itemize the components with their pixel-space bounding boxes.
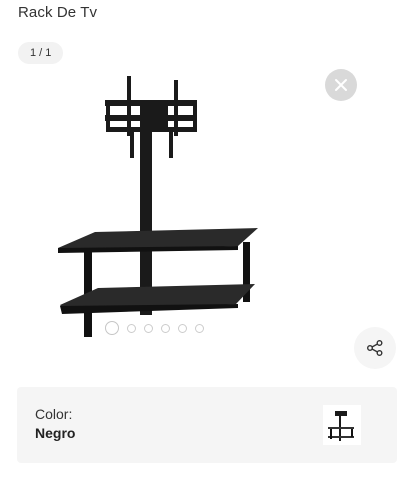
carousel-dot[interactable]	[195, 323, 204, 333]
product-image[interactable]	[50, 70, 270, 345]
top-shelf	[58, 228, 258, 253]
share-button[interactable]	[354, 327, 396, 369]
carousel-dot[interactable]	[178, 323, 187, 333]
share-icon	[367, 340, 383, 356]
image-counter: 1 / 1	[18, 42, 64, 64]
color-variant-selector[interactable]: Color: Negro	[17, 387, 397, 463]
carousel-dots	[105, 321, 204, 335]
variant-value: Negro	[35, 425, 76, 441]
carousel-dot[interactable]	[144, 323, 153, 333]
close-button[interactable]	[325, 69, 357, 101]
carousel-dot[interactable]	[127, 323, 136, 333]
variant-label: Color:	[35, 406, 73, 422]
variant-thumbnail	[323, 405, 361, 445]
page-title: Rack De Tv	[18, 4, 98, 21]
carousel-dot[interactable]	[105, 321, 119, 335]
close-icon	[335, 79, 347, 91]
carousel-dot[interactable]	[161, 323, 170, 333]
